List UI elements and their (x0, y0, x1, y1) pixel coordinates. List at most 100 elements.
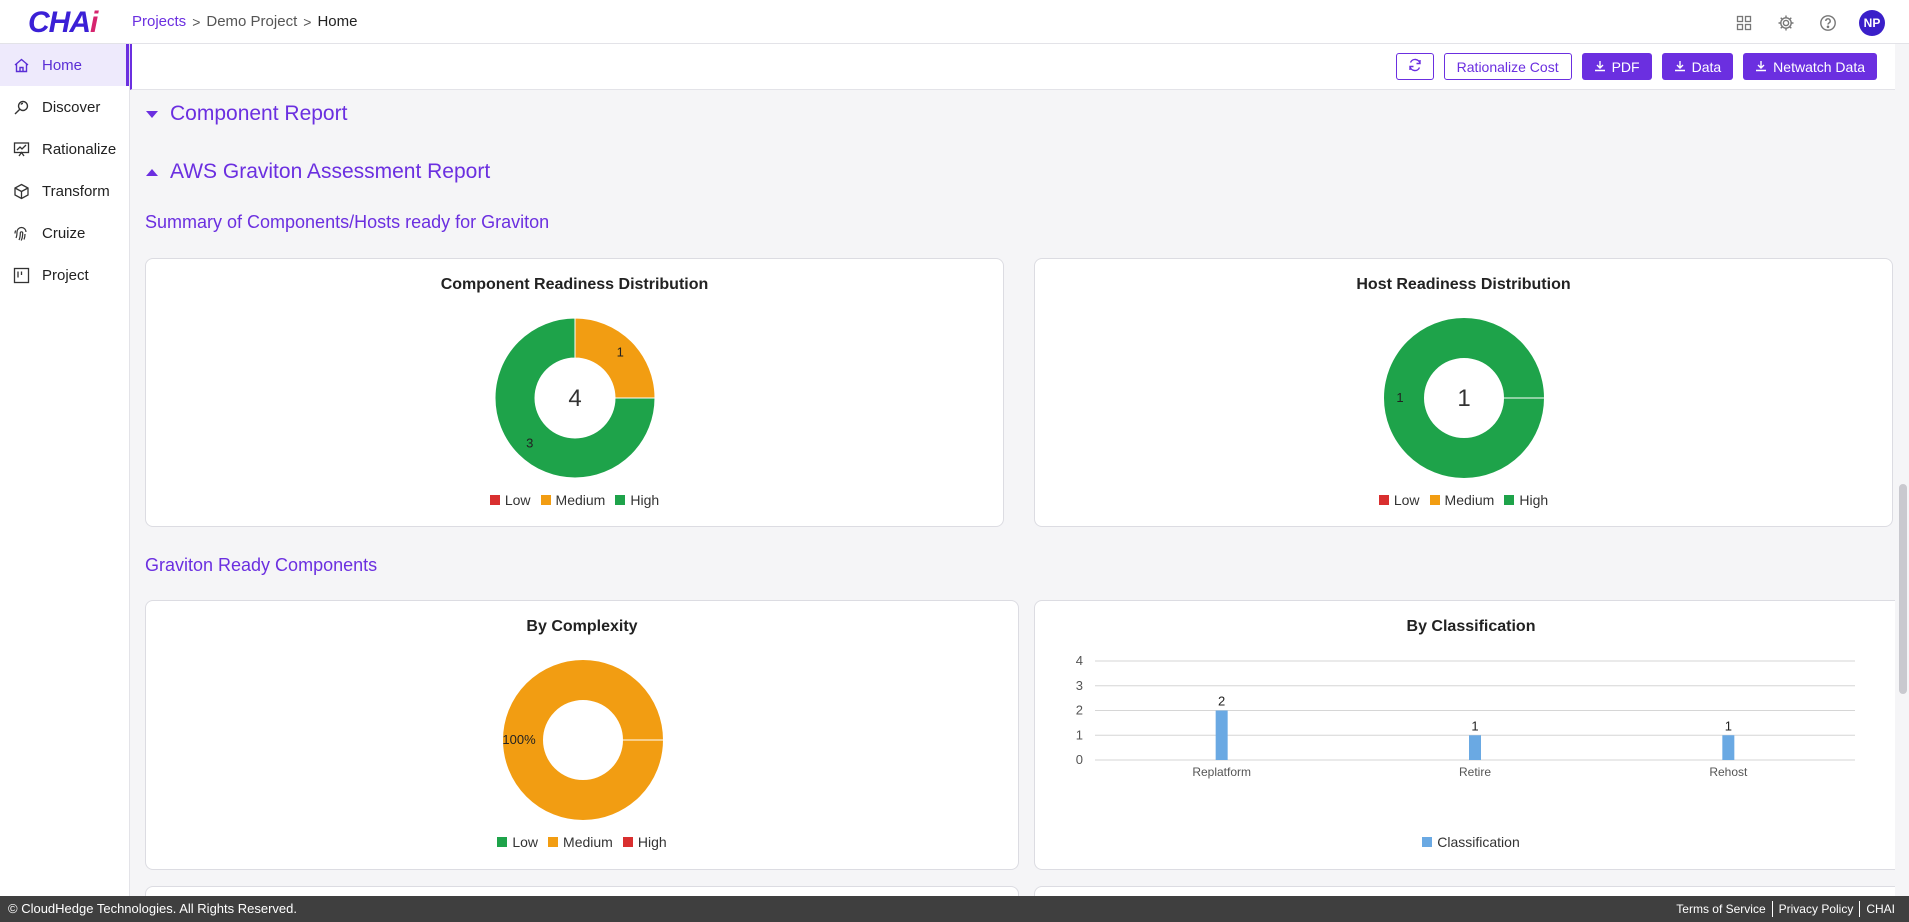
swatch-low (489, 495, 500, 505)
data-download-button[interactable]: Data (1661, 53, 1734, 80)
privacy-link[interactable]: Privacy Policy (1773, 902, 1860, 916)
classification-bar-chart: 0 1 2 3 4 2 Replatform 1 Retire 1 Rehost (1076, 653, 1855, 779)
help-icon[interactable] (1817, 12, 1839, 34)
bar-value-label: 1 (1471, 718, 1478, 733)
sidebar-item-label: Cruize (42, 224, 86, 242)
sidebar-item-project[interactable]: Project (0, 254, 129, 296)
swatch-low (497, 837, 508, 847)
bar-retire[interactable] (1469, 735, 1481, 760)
y-tick-label: 0 (1076, 752, 1083, 767)
header-actions: NP (1733, 10, 1885, 36)
breadcrumb-projects[interactable]: Projects (132, 13, 186, 30)
complexity-card: By Complexity 100% Low Medium High (145, 600, 1019, 870)
legend-medium[interactable]: Medium (540, 492, 606, 508)
data-label: Data (1691, 58, 1722, 75)
breadcrumb: Projects > Demo Project > Home (132, 13, 357, 30)
discover-icon (12, 98, 30, 116)
component-report-title: Component Report (170, 102, 348, 125)
bar-replatform[interactable] (1215, 710, 1228, 761)
gear-icon[interactable] (1775, 12, 1797, 34)
chart-legend: Low Medium High (1035, 492, 1892, 508)
graviton-report-title: AWS Graviton Assessment Report (170, 160, 491, 183)
legend-medium[interactable]: Medium (548, 834, 613, 850)
donut-center-total: 1 (1457, 385, 1470, 412)
sidebar: Home Discover Rationalize Transform Crui… (0, 44, 130, 896)
pdf-download-button[interactable]: PDF (1581, 53, 1652, 80)
legend-label: Medium (1444, 492, 1495, 508)
grid-icon[interactable] (1733, 12, 1755, 34)
slice-label: 1 (1396, 390, 1403, 405)
x-tick-label: Rehost (1709, 765, 1748, 779)
slice-label: 100% (502, 732, 536, 747)
toolbar-buttons: Rationalize Cost PDF Data Netwatch Data (1395, 53, 1877, 80)
chart-title: Host Readiness Distribution (1356, 276, 1571, 293)
breadcrumb-project[interactable]: Demo Project (206, 13, 297, 30)
footer-links: Terms of Service Privacy Policy CHAI (1670, 901, 1901, 917)
legend-label: High (630, 492, 660, 508)
breadcrumb-current: Home (317, 13, 358, 30)
host-readiness-card: Host Readiness Distribution 11 Low Mediu… (1034, 258, 1893, 527)
y-tick-label: 1 (1076, 727, 1083, 742)
sidebar-item-transform[interactable]: Transform (0, 170, 129, 212)
bar-rehost[interactable] (1722, 735, 1735, 760)
x-tick-label: Replatform (1192, 765, 1251, 779)
donut-slice-medium[interactable] (574, 317, 656, 399)
legend-low[interactable]: Low (489, 492, 531, 508)
chai-link[interactable]: CHAI (1860, 902, 1901, 916)
legend-low[interactable]: Low (497, 834, 538, 850)
legend-label: Medium (555, 492, 606, 508)
rationalize-icon (12, 140, 30, 158)
chai-logo[interactable]: CHAi (28, 6, 98, 40)
component-report-toggle[interactable]: Component Report (146, 102, 347, 126)
legend-high[interactable]: High (615, 492, 659, 508)
copyright-text: © CloudHedge Technologies. All Rights Re… (8, 901, 298, 916)
netwatch-download-button[interactable]: Netwatch Data (1743, 53, 1877, 80)
swatch-classification (1422, 837, 1433, 847)
terms-link[interactable]: Terms of Service (1670, 902, 1771, 916)
sidebar-item-cruize[interactable]: Cruize (0, 212, 129, 254)
summary-heading: Summary of Components/Hosts ready for Gr… (145, 212, 550, 232)
legend-label: High (1519, 492, 1549, 508)
scroll-thumb[interactable] (1899, 484, 1907, 694)
download-icon (1594, 59, 1606, 75)
host-readiness-donut: 11 (1384, 318, 1544, 478)
legend-medium[interactable]: Medium (1429, 492, 1495, 508)
graviton-report-toggle[interactable]: AWS Graviton Assessment Report (146, 160, 490, 184)
sidebar-item-label: Transform (42, 182, 110, 200)
action-toolbar: Rationalize Cost PDF Data Netwatch Data (130, 44, 1895, 90)
page-scrollbar[interactable] (1895, 44, 1909, 896)
bar-value-label: 2 (1218, 694, 1225, 709)
chart-legend: Low Medium High (146, 834, 1018, 850)
fingerprint-icon (12, 224, 30, 242)
legend-high[interactable]: High (1504, 492, 1548, 508)
sidebar-item-home[interactable]: Home (0, 44, 129, 86)
next-card-right (1034, 886, 1895, 896)
legend-classification[interactable]: Classification (1422, 834, 1520, 850)
avatar[interactable]: NP (1859, 10, 1885, 36)
sidebar-item-label: Rationalize (42, 140, 117, 158)
chart-title: By Complexity (526, 618, 638, 635)
rationalize-cost-button[interactable]: Rationalize Cost (1443, 53, 1572, 80)
legend-high[interactable]: High (622, 834, 667, 850)
netwatch-label: Netwatch Data (1773, 58, 1865, 75)
sidebar-item-discover[interactable]: Discover (0, 86, 129, 128)
classification-card: By Classification 0 1 2 3 4 2 Replatform 1 Retir… (1034, 600, 1895, 870)
slice-label: 3 (526, 435, 533, 450)
cube-icon (12, 182, 30, 200)
legend-label: Low (1393, 492, 1420, 508)
component-readiness-donut: 1 3 4 (494, 317, 656, 479)
slice-label: 1 (617, 345, 624, 360)
refresh-button[interactable] (1395, 53, 1434, 80)
sidebar-item-rationalize[interactable]: Rationalize (0, 128, 129, 170)
bar-value-label: 1 (1725, 718, 1732, 733)
chart-legend: Classification (1035, 834, 1895, 850)
caret-up-icon (146, 168, 158, 176)
download-icon (1674, 59, 1686, 75)
breadcrumb-separator-icon: > (192, 13, 201, 30)
caret-down-icon (146, 110, 158, 118)
main-content: Component Report AWS Graviton Assessment… (130, 90, 1895, 896)
legend-low[interactable]: Low (1378, 492, 1420, 508)
refresh-icon (1408, 58, 1422, 75)
legend-label: Classification (1437, 834, 1520, 850)
ready-heading: Graviton Ready Components (145, 555, 378, 575)
